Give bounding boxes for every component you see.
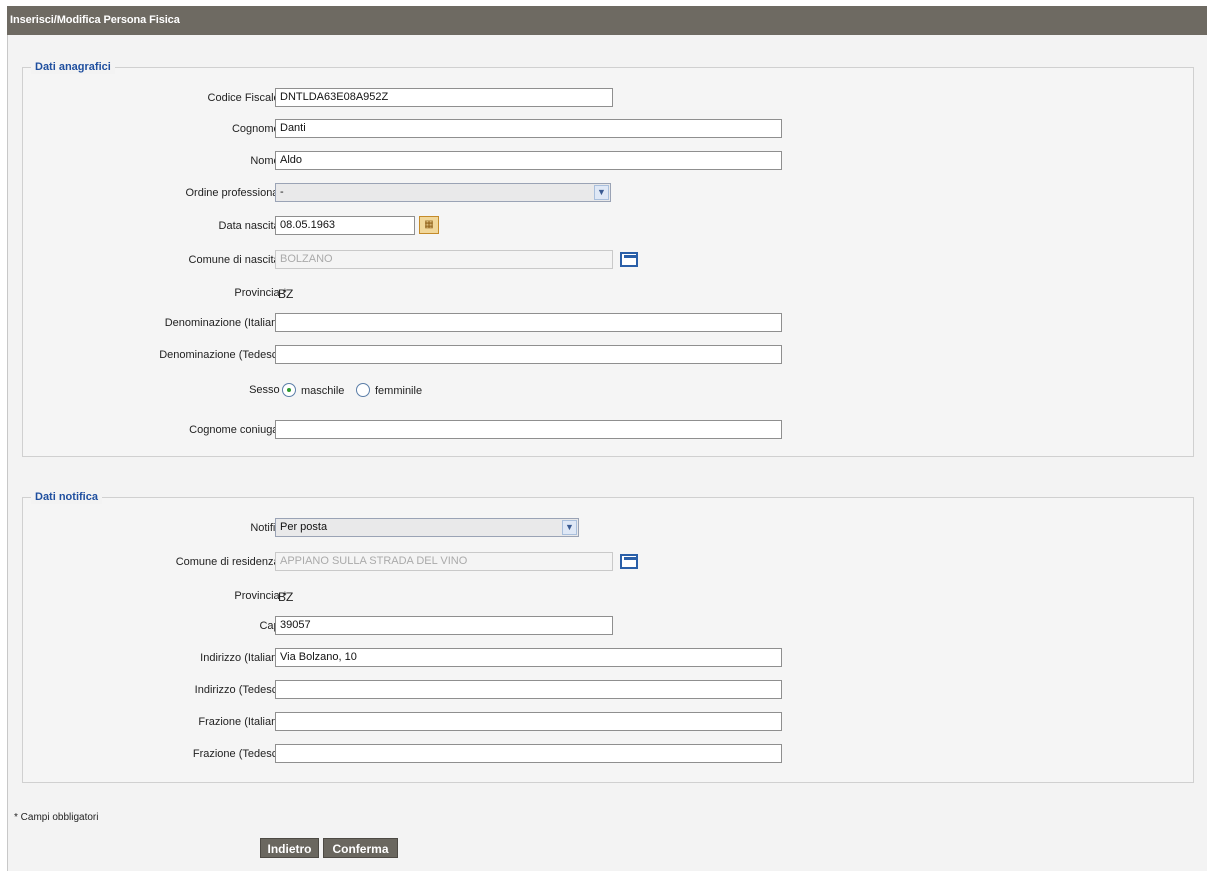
label-nome: Nome * [250, 155, 287, 167]
confirm-button[interactable]: Conferma [323, 838, 398, 858]
chevron-down-icon[interactable]: ▼ [562, 520, 577, 535]
legend-dati-notifica: Dati notifica [31, 490, 102, 504]
label-sesso: Sesso * [249, 384, 287, 396]
row-frazione-tedesco: Frazione (Tedesco) [23, 744, 1193, 766]
label-frazione-tedesco: Frazione (Tedesco) [192, 748, 287, 760]
row-comune-nascita: Comune di nascita * BOLZANO [23, 250, 1193, 272]
nome-input[interactable]: Aldo [275, 151, 782, 170]
comune-nascita-input[interactable]: BOLZANO [275, 250, 613, 269]
row-cap: Cap * 39057 [23, 616, 1193, 638]
row-codice-fiscale: Codice Fiscale * DNTLDA63E08A952Z [23, 88, 1193, 110]
row-cognome-coniugale: Cognome coniugale [23, 420, 1193, 442]
row-data-nascita: Data nascita * 08.05.1963 ▦ [23, 216, 1193, 238]
denominazione-tedesco-input[interactable] [275, 345, 782, 364]
ordine-professionale-select[interactable]: - ▼ [275, 183, 611, 202]
indirizzo-italiano-input[interactable]: Via Bolzano, 10 [275, 648, 782, 667]
label-ordine-professionale: Ordine professionale [185, 187, 287, 199]
codice-fiscale-input[interactable]: DNTLDA63E08A952Z [275, 88, 613, 107]
lookup-popup-icon[interactable] [620, 554, 638, 569]
label-frazione-italiano: Frazione (Italiano) [198, 716, 287, 728]
chevron-down-icon[interactable]: ▼ [594, 185, 609, 200]
page-title: Inserisci/Modifica Persona Fisica [7, 6, 1207, 35]
label-provincia-residenza: Provincia * [234, 590, 287, 602]
row-notifica: Notifica Per posta ▼ [23, 518, 1193, 540]
row-comune-residenza: Comune di residenza * APPIANO SULLA STRA… [23, 552, 1193, 574]
row-indirizzo-italiano: Indirizzo (Italiano) Via Bolzano, 10 [23, 648, 1193, 670]
cognome-coniugale-input[interactable] [275, 420, 782, 439]
notifica-select[interactable]: Per posta ▼ [275, 518, 579, 537]
label-indirizzo-italiano: Indirizzo (Italiano) [200, 652, 287, 664]
data-nascita-input[interactable]: 08.05.1963 [275, 216, 415, 235]
label-denominazione-tedesco: Denominazione (Tedesco) [159, 349, 287, 361]
row-indirizzo-tedesco: Indirizzo (Tedesco) [23, 680, 1193, 702]
label-denominazione-italiano: Denominazione (Italiano) [164, 317, 287, 329]
row-sesso: Sesso * maschile femminile [23, 380, 1193, 402]
comune-residenza-input[interactable]: APPIANO SULLA STRADA DEL VINO [275, 552, 613, 571]
frazione-tedesco-input[interactable] [275, 744, 782, 763]
denominazione-italiano-input[interactable] [275, 313, 782, 332]
radio-maschile[interactable] [282, 383, 296, 397]
row-provincia: Provincia * BZ [23, 283, 1193, 305]
indirizzo-tedesco-input[interactable] [275, 680, 782, 699]
row-provincia-residenza: Provincia * BZ [23, 586, 1193, 608]
provincia-residenza-value: BZ [278, 590, 294, 604]
frazione-italiano-input[interactable] [275, 712, 782, 731]
label-data-nascita: Data nascita * [218, 220, 287, 232]
row-denominazione-tedesco: Denominazione (Tedesco) [23, 345, 1193, 367]
fieldset-dati-notifica: Dati notifica Notifica Per posta ▼ Comun… [22, 490, 1194, 783]
label-indirizzo-tedesco: Indirizzo (Tedesco) [194, 684, 287, 696]
label-notifica: Notifica [250, 522, 287, 534]
cap-input[interactable]: 39057 [275, 616, 613, 635]
fieldset-dati-anagrafici: Dati anagrafici Codice Fiscale * DNTLDA6… [22, 60, 1194, 457]
cognome-input[interactable]: Danti [275, 119, 782, 138]
label-cognome: Cognome * [231, 123, 287, 135]
row-denominazione-italiano: Denominazione (Italiano) [23, 313, 1193, 335]
calendar-icon[interactable]: ▦ [419, 216, 439, 234]
label-codice-fiscale: Codice Fiscale * [207, 92, 287, 104]
row-frazione-italiano: Frazione (Italiano) [23, 712, 1193, 734]
label-provincia: Provincia * [234, 287, 287, 299]
label-comune-residenza: Comune di residenza * [175, 556, 287, 568]
label-cap: Cap * [259, 620, 287, 632]
label-comune-nascita: Comune di nascita * [188, 254, 287, 266]
row-nome: Nome * Aldo [23, 151, 1193, 173]
radio-femminile[interactable] [356, 383, 370, 397]
lookup-popup-icon[interactable] [620, 252, 638, 267]
radio-maschile-label: maschile [301, 385, 345, 397]
notifica-value: Per posta [280, 521, 328, 533]
ordine-professionale-value: - [280, 186, 284, 198]
back-button[interactable]: Indietro [260, 838, 319, 858]
row-ordine-professionale: Ordine professionale - ▼ [23, 183, 1193, 205]
legend-dati-anagrafici: Dati anagrafici [31, 60, 115, 74]
required-fields-note: * Campi obbligatori [14, 812, 99, 823]
provincia-value: BZ [278, 287, 294, 301]
radio-femminile-label: femminile [375, 385, 423, 397]
label-cognome-coniugale: Cognome coniugale [189, 424, 287, 436]
row-cognome: Cognome * Danti [23, 119, 1193, 141]
